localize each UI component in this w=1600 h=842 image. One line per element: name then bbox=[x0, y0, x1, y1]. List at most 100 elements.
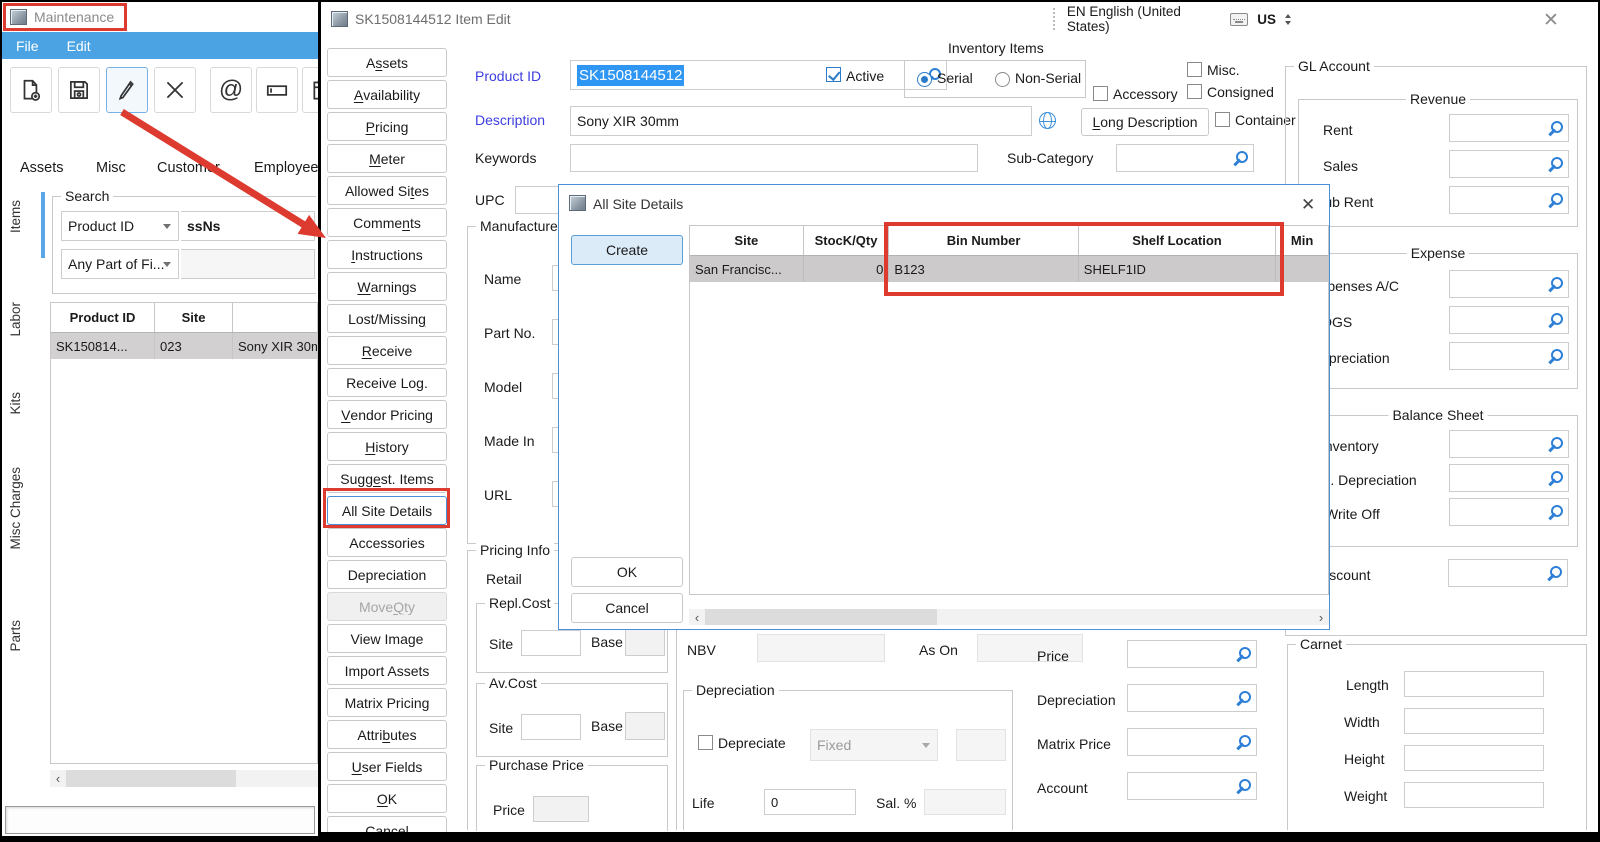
sidebar-button-receive[interactable]: Receive bbox=[327, 336, 447, 365]
non-serial-radio[interactable] bbox=[995, 72, 1010, 87]
save-button[interactable] bbox=[58, 67, 100, 113]
search-icon[interactable] bbox=[1547, 120, 1563, 136]
search-icon[interactable] bbox=[1235, 778, 1251, 794]
search-match-mode[interactable]: Any Part of Fi... bbox=[61, 249, 179, 279]
scroll-thumb[interactable] bbox=[66, 770, 236, 787]
sidebar-button-instructions[interactable]: Instructions bbox=[327, 240, 447, 269]
search-field-selector[interactable]: Product ID bbox=[61, 211, 179, 241]
inventory-input[interactable] bbox=[1449, 430, 1569, 458]
sidebar-button-pricing[interactable]: Pricing bbox=[327, 112, 447, 141]
col-shelf-location[interactable]: Shelf Location bbox=[1079, 226, 1276, 255]
cogs-input[interactable] bbox=[1449, 306, 1569, 334]
new-item-button[interactable] bbox=[10, 67, 52, 113]
sidebar-button-matrix-pricing[interactable]: Matrix Pricing bbox=[327, 688, 447, 717]
dialog-hscrollbar[interactable]: ‹ › bbox=[689, 609, 1329, 625]
sidebar-button-all-site-details[interactable]: All Site Details bbox=[327, 496, 447, 525]
sales-input[interactable] bbox=[1449, 150, 1569, 178]
sidebar-button-warnings[interactable]: Warnings bbox=[327, 272, 447, 301]
col-site[interactable]: Site bbox=[155, 303, 233, 332]
description-input[interactable]: Sony XIR 30mm bbox=[570, 106, 1032, 136]
sidebar-button-import-assets[interactable]: Import Assets bbox=[327, 656, 447, 685]
scroll-left-arrow[interactable]: ‹ bbox=[689, 609, 705, 625]
search-icon[interactable] bbox=[1547, 156, 1563, 172]
sub-category-input[interactable] bbox=[1116, 144, 1254, 172]
sidebar-button-attributes[interactable]: Attributes bbox=[327, 720, 447, 749]
depreciation-lookup-input[interactable] bbox=[1127, 684, 1257, 712]
col-min[interactable]: Min bbox=[1276, 226, 1328, 255]
create-button[interactable]: Create bbox=[571, 235, 683, 265]
write-off-input[interactable] bbox=[1449, 498, 1569, 526]
table-row[interactable]: SK150814... 023 Sony XIR 30mm bbox=[51, 333, 318, 359]
sidebar-button-move-qty[interactable]: Move Qty bbox=[327, 592, 447, 621]
expense-depreciation-input[interactable] bbox=[1449, 342, 1569, 370]
search-icon[interactable] bbox=[1547, 276, 1563, 292]
language-bar-options[interactable] bbox=[1285, 14, 1291, 25]
results-hscrollbar[interactable]: ‹ bbox=[50, 770, 318, 787]
keywords-input[interactable] bbox=[570, 144, 978, 172]
search-icon[interactable] bbox=[1547, 436, 1563, 452]
cancel-button[interactable]: Cancel bbox=[571, 593, 683, 623]
product-id-input[interactable]: SK1508144512 bbox=[570, 60, 947, 90]
menu-edit[interactable]: Edit bbox=[53, 38, 105, 54]
drag-handle[interactable] bbox=[1053, 8, 1058, 30]
sidebar-button-ok[interactable]: OK bbox=[327, 784, 447, 813]
discount-input[interactable] bbox=[1448, 559, 1568, 587]
language-label[interactable]: EN English (United States) bbox=[1067, 4, 1221, 34]
long-description-button[interactable]: Long Description bbox=[1081, 108, 1209, 136]
repl-cost-site-input[interactable] bbox=[521, 630, 581, 656]
sidebar-button-receive-log[interactable]: Receive Log. bbox=[327, 368, 447, 397]
serial-radio[interactable] bbox=[917, 72, 932, 87]
sidebar-button-availability[interactable]: Availability bbox=[327, 80, 447, 109]
edit-button[interactable] bbox=[106, 67, 148, 113]
sidebar-button-user-fields[interactable]: User Fields bbox=[327, 752, 447, 781]
search-icon[interactable] bbox=[1235, 690, 1251, 706]
scroll-right-arrow[interactable]: › bbox=[1313, 609, 1329, 625]
sidebar-button-assets[interactable]: Assets bbox=[327, 48, 447, 77]
height-input[interactable] bbox=[1404, 745, 1544, 771]
expenses-ac-input[interactable] bbox=[1449, 270, 1569, 298]
misc-checkbox[interactable] bbox=[1187, 62, 1202, 77]
sidebar-button-depreciation[interactable]: Depreciation bbox=[327, 560, 447, 589]
width-input[interactable] bbox=[1404, 708, 1544, 734]
price-lookup-input[interactable] bbox=[1127, 640, 1257, 668]
search-icon[interactable] bbox=[1547, 312, 1563, 328]
search-icon[interactable] bbox=[1546, 565, 1562, 581]
life-input[interactable]: 0 bbox=[764, 789, 856, 815]
sub-rent-input[interactable] bbox=[1449, 186, 1569, 214]
search-icon[interactable] bbox=[1232, 150, 1248, 166]
sidebar-button-lost-missing[interactable]: Lost/Missing bbox=[327, 304, 447, 333]
language-bar[interactable]: EN English (United States) US bbox=[1053, 5, 1291, 33]
search-icon[interactable] bbox=[1235, 734, 1251, 750]
tab-employee[interactable]: Employee bbox=[254, 160, 318, 176]
close-icon[interactable]: ✕ bbox=[1301, 195, 1315, 215]
search-icon[interactable] bbox=[1547, 504, 1563, 520]
col-stock-qty[interactable]: StocK/Qty bbox=[804, 226, 890, 255]
sidetab-misc-charges[interactable]: Misc Charges bbox=[8, 467, 23, 550]
sidetab-labor[interactable]: Labor bbox=[8, 302, 23, 337]
depreciate-checkbox[interactable] bbox=[698, 735, 713, 750]
av-cost-site-input[interactable] bbox=[521, 714, 581, 740]
table-row[interactable]: San Francisc... 0 B123 SHELF1ID bbox=[690, 256, 1328, 282]
col-bin-number[interactable]: Bin Number bbox=[889, 226, 1078, 255]
search-icon[interactable] bbox=[1547, 348, 1563, 364]
sidebar-button-view-image[interactable]: View Image bbox=[327, 624, 447, 653]
consigned-checkbox[interactable] bbox=[1187, 84, 1202, 99]
col-site[interactable]: Site bbox=[690, 226, 804, 255]
weight-input[interactable] bbox=[1404, 782, 1544, 808]
calendar-payment-button[interactable]: $ bbox=[302, 67, 318, 113]
active-checkbox[interactable] bbox=[826, 67, 841, 82]
acc-depreciation-input[interactable] bbox=[1449, 464, 1569, 492]
search-query-input[interactable]: ssNs bbox=[181, 211, 315, 241]
sidebar-button-suggest-items[interactable]: Suggest. Items bbox=[327, 464, 447, 493]
col-description[interactable]: Description bbox=[233, 303, 318, 332]
sidebar-button-cancel[interactable]: Cancel bbox=[327, 816, 447, 832]
tab-misc[interactable]: Misc bbox=[96, 160, 126, 176]
col-product-id[interactable]: Product ID bbox=[51, 303, 155, 332]
globe-icon[interactable] bbox=[1039, 112, 1056, 129]
scroll-left-arrow[interactable]: ‹ bbox=[50, 770, 66, 787]
search-icon[interactable] bbox=[1547, 192, 1563, 208]
sidetab-kits[interactable]: Kits bbox=[8, 392, 23, 415]
ok-button[interactable]: OK bbox=[571, 557, 683, 587]
search-icon[interactable] bbox=[1235, 646, 1251, 662]
tab-customer[interactable]: Customer bbox=[157, 160, 220, 176]
